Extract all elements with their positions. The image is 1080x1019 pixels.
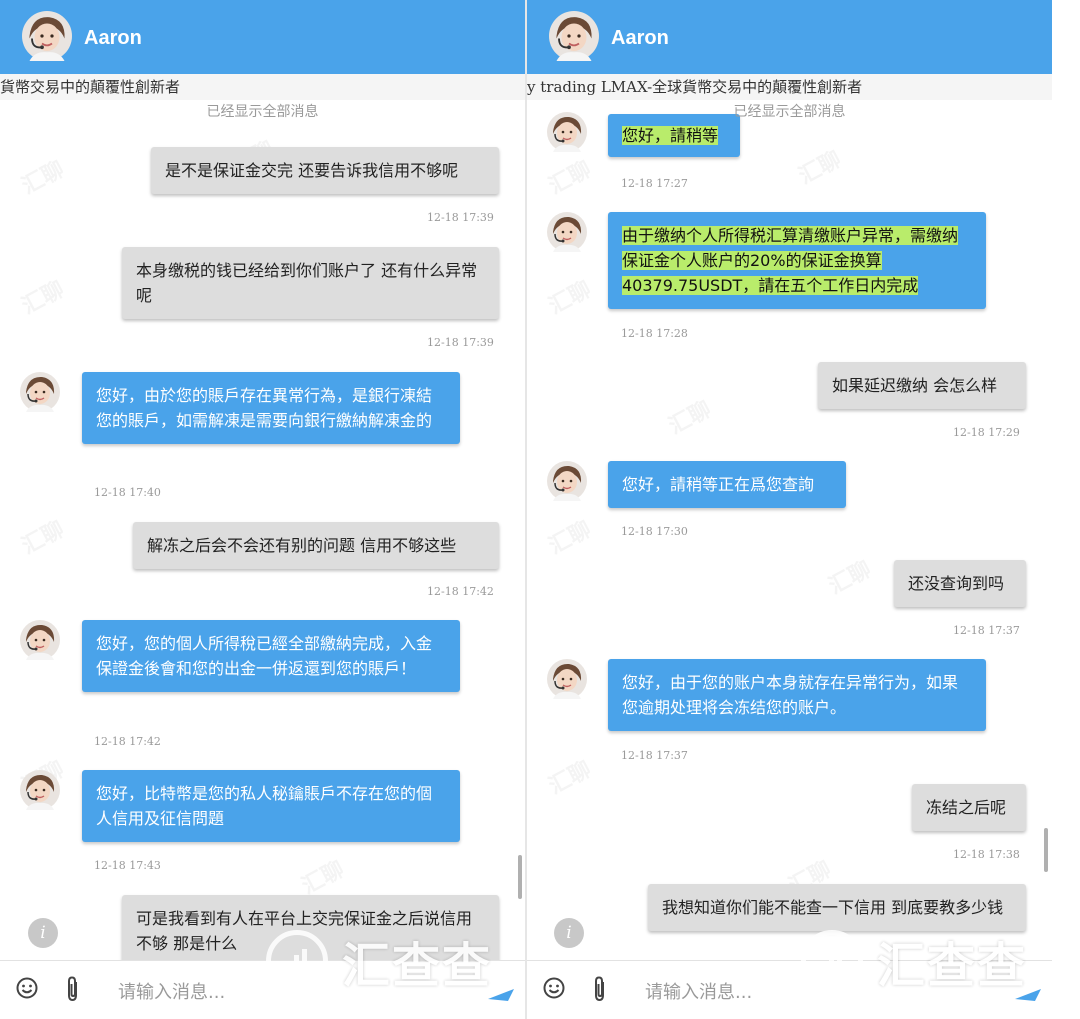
watermark: 汇聊 — [542, 152, 596, 201]
contact-name: Aaron — [611, 27, 669, 49]
paperclip-icon[interactable] — [64, 975, 82, 1003]
info-icon[interactable]: i — [28, 918, 58, 948]
watermark: 汇聊 — [15, 272, 69, 321]
agent-avatar — [547, 461, 587, 501]
message-time: 12-18 17:30 — [621, 525, 688, 538]
watermark: 汇聊 — [662, 392, 716, 441]
agent-avatar — [20, 372, 60, 412]
brand-name: 汇查查 — [342, 938, 493, 994]
incoming-message[interactable]: 您好，比特幣是您的私人秘鑰賬戶不存在您的個人信用及征信問題 — [82, 770, 460, 842]
incoming-message[interactable]: 由于缴纳个人所得税汇算清缴账户异常，需缴纳保证金个人账户的20%的保证金换算40… — [608, 212, 986, 309]
message-time: 12-18 17:39 — [427, 336, 494, 349]
outgoing-message[interactable]: 冻结之后呢 — [912, 784, 1026, 831]
chat-panel-left: 汇聊 汇聊 汇聊 汇聊 汇聊 汇聊 汇聊 汇聊 Aaron 貨幣交易中的顛覆性創… — [0, 0, 525, 1019]
message-time: 12-18 17:43 — [94, 859, 161, 872]
chat-header: Aaron — [527, 0, 1052, 74]
scrollbar-thumb[interactable] — [518, 855, 522, 899]
announcement-marquee: y trading LMAX-全球貨幣交易中的顛覆性創新者 — [527, 74, 1052, 100]
agent-avatar — [547, 212, 587, 252]
incoming-message[interactable]: 您好，由于您的账户本身就存在异常行为，如果您逾期处理将会冻结您的账户。 — [608, 659, 986, 731]
watermark: 汇聊 — [792, 142, 846, 191]
chat-header: Aaron — [0, 0, 525, 74]
watermark: 汇聊 — [822, 552, 876, 601]
brand-logo: 汇查查 — [266, 928, 492, 994]
message-time: 12-18 17:39 — [427, 211, 494, 224]
watermark: 汇聊 — [295, 852, 349, 901]
brand-chart-icon — [801, 930, 863, 992]
message-time: 12-18 17:28 — [621, 327, 688, 340]
scrollbar-thumb[interactable] — [1044, 828, 1048, 872]
outgoing-message[interactable]: 本身缴税的钱已经给到你们账户了 还有什么异常呢 — [122, 247, 499, 319]
agent-avatar — [547, 659, 587, 699]
contact-avatar[interactable] — [22, 11, 72, 61]
message-input[interactable]: 请输入消息... — [118, 978, 225, 1004]
watermark: 汇聊 — [15, 152, 69, 201]
watermark: 汇聊 — [15, 512, 69, 561]
chat-panel-right: 汇聊 汇聊 汇聊 汇聊 汇聊 汇聊 汇聊 汇聊 Aaron 您好，請稍等 12-… — [527, 0, 1052, 1019]
paperclip-icon[interactable] — [591, 975, 609, 1003]
all-messages-shown-label: 已经显示全部消息 — [733, 104, 846, 120]
watermark: 汇聊 — [542, 512, 596, 561]
watermark: 汇聊 — [542, 272, 596, 321]
outgoing-message[interactable]: 是不是保证金交完 还要告诉我信用不够呢 — [151, 147, 499, 194]
brand-chart-icon — [266, 930, 328, 992]
announcement-marquee: 貨幣交易中的顛覆性創新者 — [0, 74, 525, 100]
outgoing-message[interactable]: 如果延迟缴纳 会怎么样 — [818, 362, 1026, 409]
info-icon[interactable]: i — [554, 918, 584, 948]
incoming-message[interactable]: 您好，由於您的賬戶存在異常行為，是銀行凍結您的賬戶，如需解凍是需要向銀行繳納解凍… — [82, 372, 460, 444]
smiley-icon[interactable] — [543, 977, 565, 999]
outgoing-message[interactable]: 还没查询到吗 — [894, 560, 1026, 607]
smiley-icon[interactable] — [16, 977, 38, 999]
message-time: 12-18 17:42 — [94, 735, 161, 748]
message-input[interactable]: 请输入消息... — [645, 978, 752, 1004]
message-time: 12-18 17:27 — [621, 177, 688, 190]
message-time: 12-18 17:40 — [94, 486, 161, 499]
message-time: 12-18 17:37 — [621, 749, 688, 762]
agent-avatar — [20, 770, 60, 810]
agent-avatar — [20, 620, 60, 660]
contact-avatar[interactable] — [549, 11, 599, 61]
message-time: 12-18 17:38 — [953, 848, 1020, 861]
all-messages-shown-label: 已经显示全部消息 — [206, 104, 319, 120]
incoming-message[interactable]: 您好，您的個人所得稅已經全部繳納完成，入金保證金後會和您的出金一併返還到您的賬戶… — [82, 620, 460, 692]
message-time: 12-18 17:29 — [953, 426, 1020, 439]
message-time: 12-18 17:37 — [953, 624, 1020, 637]
brand-logo: 汇查查 — [801, 928, 1027, 994]
watermark: 汇聊 — [542, 752, 596, 801]
contact-name: Aaron — [84, 27, 142, 49]
message-time: 12-18 17:42 — [427, 585, 494, 598]
incoming-message[interactable]: 您好，請稍等正在爲您查詢 — [608, 461, 846, 508]
brand-name: 汇查查 — [877, 938, 1028, 994]
outgoing-message[interactable]: 我想知道你们能不能查一下信用 到底要教多少钱 — [648, 884, 1026, 931]
outgoing-message[interactable]: 解冻之后会不会还有别的问题 信用不够这些 — [133, 522, 499, 569]
